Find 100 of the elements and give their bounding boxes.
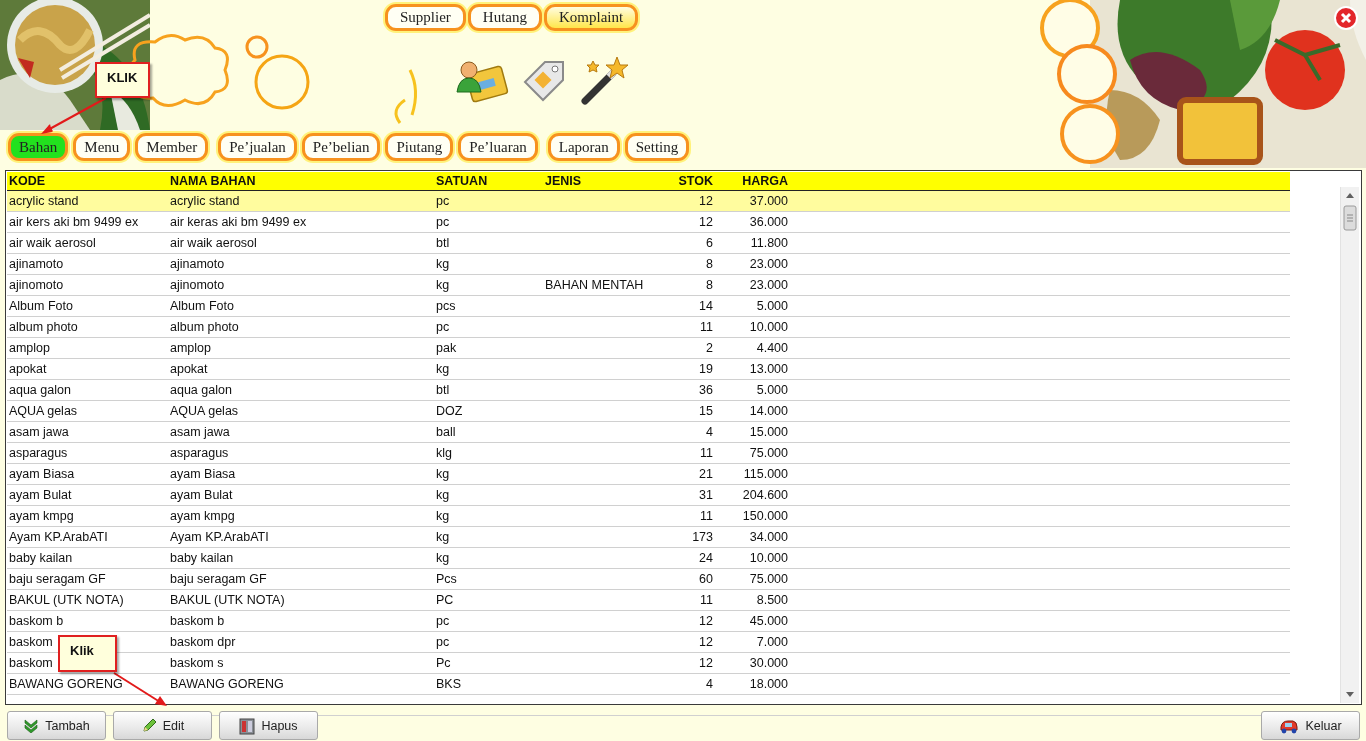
- column-header[interactable]: SATUAN: [434, 174, 543, 188]
- nav-tab[interactable]: Pe’belian: [301, 133, 381, 161]
- table-cell-text: kg: [435, 488, 451, 502]
- table-cell-text: BAWANG GORENG: [8, 677, 124, 691]
- action-button[interactable]: Edit: [113, 711, 212, 740]
- table-cell-text: 37.000: [748, 194, 789, 208]
- table-row[interactable]: amplop amplop pak 2 4.400: [7, 338, 1290, 359]
- table-row[interactable]: ajinamoto ajinamoto kg 8 23.000: [7, 254, 1290, 275]
- table-cell-text: 11: [699, 509, 714, 523]
- table-row[interactable]: acrylic stand acrylic stand pc 12 37.000: [7, 191, 1290, 212]
- table-cell-text: BAHAN MENTAH: [544, 278, 645, 292]
- table-cell-text: 36.000: [748, 215, 789, 229]
- table-row[interactable]: album photo album photo pc 11 10.000: [7, 317, 1290, 338]
- action-button[interactable]: Tambah: [7, 711, 106, 740]
- table-cell-text: aqua galon: [8, 383, 72, 397]
- table-row[interactable]: baskom b baskom b pc 12 45.000: [7, 611, 1290, 632]
- table-row[interactable]: AQUA gelas AQUA gelas DOZ 15 14.000: [7, 401, 1290, 422]
- toy-car-icon: [1279, 717, 1300, 734]
- table-row[interactable]: air kers aki bm 9499 ex air keras aki bm 9499 ex pc 12 36.000: [7, 212, 1290, 233]
- table-cell-text: ayam kmpg: [169, 509, 236, 523]
- table-cell-text: 2: [705, 341, 714, 355]
- table-cell-text: 75.000: [748, 446, 789, 460]
- nav-tab[interactable]: Bahan: [8, 133, 69, 161]
- table-cell-text: 14.000: [748, 404, 789, 418]
- table-cell-text: 5.000: [755, 299, 789, 313]
- table-row[interactable]: baju seragam GF baju seragam GF Pcs 60 75.000: [7, 569, 1290, 590]
- table-cell-text: ajinomoto: [169, 278, 226, 292]
- table-cell-text: ayam Bulat: [169, 488, 234, 502]
- table-cell-text: 10.000: [748, 320, 789, 334]
- table-row[interactable]: asparagus asparagus klg 11 75.000: [7, 443, 1290, 464]
- nav-tab[interactable]: Menu: [73, 133, 131, 161]
- table-row[interactable]: ayam kmpg ayam kmpg kg 11 150.000: [7, 506, 1290, 527]
- table-cell-text: AQUA gelas: [169, 404, 240, 418]
- table-cell-text: baskom: [8, 656, 54, 670]
- table-cell-text: 11: [699, 593, 714, 607]
- table-cell-text: baskom s: [169, 656, 225, 670]
- column-header[interactable]: NAMA BAHAN: [168, 174, 434, 188]
- callout-note: KLIK: [95, 62, 150, 98]
- table-cell-text: Ayam KP.ArabATI: [169, 530, 270, 544]
- table-cell-text: kg: [435, 530, 451, 544]
- table-cell-text: 5.000: [755, 383, 789, 397]
- table-cell-text: kg: [435, 257, 451, 271]
- table-cell-text: pc: [435, 194, 451, 208]
- table-row[interactable]: aqua galon aqua galon btl 36 5.000: [7, 380, 1290, 401]
- column-header[interactable]: HARGA: [716, 174, 791, 188]
- column-header[interactable]: JENIS: [543, 174, 653, 188]
- table-row[interactable]: BAWANG GORENG BAWANG GORENG BKS 4 18.000: [7, 674, 1290, 695]
- table-cell-text: asam jawa: [169, 425, 231, 439]
- menu-button[interactable]: Hutang: [467, 4, 542, 31]
- nav-tab[interactable]: Pe’jualan: [218, 133, 297, 161]
- table-cell-text: Ayam KP.ArabATI: [8, 530, 109, 544]
- table-cell-text: 31: [698, 488, 714, 502]
- table-cell-text: 12: [698, 215, 714, 229]
- table-cell-text: pc: [435, 320, 451, 334]
- table-cell-text: 23.000: [748, 278, 789, 292]
- table-cell-text: 7.000: [755, 635, 789, 649]
- scrollbar[interactable]: [1340, 187, 1359, 703]
- table-cell-text: btl: [435, 383, 451, 397]
- table-cell-text: ajinamoto: [169, 257, 226, 271]
- action-button[interactable]: Hapus: [219, 711, 318, 740]
- table-cell-text: 10.000: [748, 551, 789, 565]
- table-cell-text: ayam kmpg: [8, 509, 75, 523]
- nav-tab[interactable]: Member: [135, 133, 209, 161]
- menu-button[interactable]: Supplier: [385, 4, 466, 31]
- table-cell-text: 34.000: [748, 530, 789, 544]
- table-cell-text: 150.000: [741, 509, 789, 523]
- menu-button[interactable]: Komplaint: [544, 4, 639, 31]
- table-cell-text: Pcs: [435, 572, 458, 586]
- table-row[interactable]: asam jawa asam jawa ball 4 15.000: [7, 422, 1290, 443]
- table-cell-text: 30.000: [748, 656, 789, 670]
- action-button[interactable]: Keluar: [1261, 711, 1360, 740]
- table-cell-text: 19: [698, 362, 714, 376]
- table-cell-text: 8: [705, 278, 714, 292]
- table-cell-text: 23.000: [748, 257, 789, 271]
- table-cell-text: Album Foto: [169, 299, 235, 313]
- table-cell-text: 8: [705, 257, 714, 271]
- table-row[interactable]: baby kailan baby kailan kg 24 10.000: [7, 548, 1290, 569]
- nav-tab[interactable]: Laporan: [547, 133, 620, 161]
- table-cell-text: 45.000: [748, 614, 789, 628]
- add-icon: [23, 718, 40, 733]
- table-row[interactable]: ajinomoto ajinomoto kg BAHAN MENTAH 8 23.000: [7, 275, 1290, 296]
- table-row[interactable]: Album Foto Album Foto pcs 14 5.000: [7, 296, 1290, 317]
- table-cell-text: album photo: [8, 320, 79, 334]
- column-header[interactable]: STOK: [653, 174, 716, 188]
- nav-tab[interactable]: Piutang: [385, 133, 454, 161]
- nav-tab[interactable]: Setting: [624, 133, 690, 161]
- table-cell-text: ayam Biasa: [169, 467, 237, 481]
- table-cell-text: acrylic stand: [8, 194, 80, 208]
- table-cell-text: air waik aerosol: [169, 236, 258, 250]
- callout-note: Klik: [58, 635, 117, 672]
- nav-tab[interactable]: Pe’luaran: [458, 133, 538, 161]
- table-row[interactable]: apokat apokat kg 19 13.000: [7, 359, 1290, 380]
- scrollbar-thumb[interactable]: [1341, 205, 1359, 231]
- column-header[interactable]: KODE: [7, 174, 168, 188]
- table-row[interactable]: Ayam KP.ArabATI Ayam KP.ArabATI kg 173 34.000: [7, 527, 1290, 548]
- table-row[interactable]: BAKUL (UTK NOTA) BAKUL (UTK NOTA) PC 11 8.500: [7, 590, 1290, 611]
- table-row[interactable]: ayam Biasa ayam Biasa kg 21 115.000: [7, 464, 1290, 485]
- table-row[interactable]: air waik aerosol air waik aerosol btl 6 11.800: [7, 233, 1290, 254]
- table-row[interactable]: ayam Bulat ayam Bulat kg 31 204.600: [7, 485, 1290, 506]
- table-cell-text: pc: [435, 635, 451, 649]
